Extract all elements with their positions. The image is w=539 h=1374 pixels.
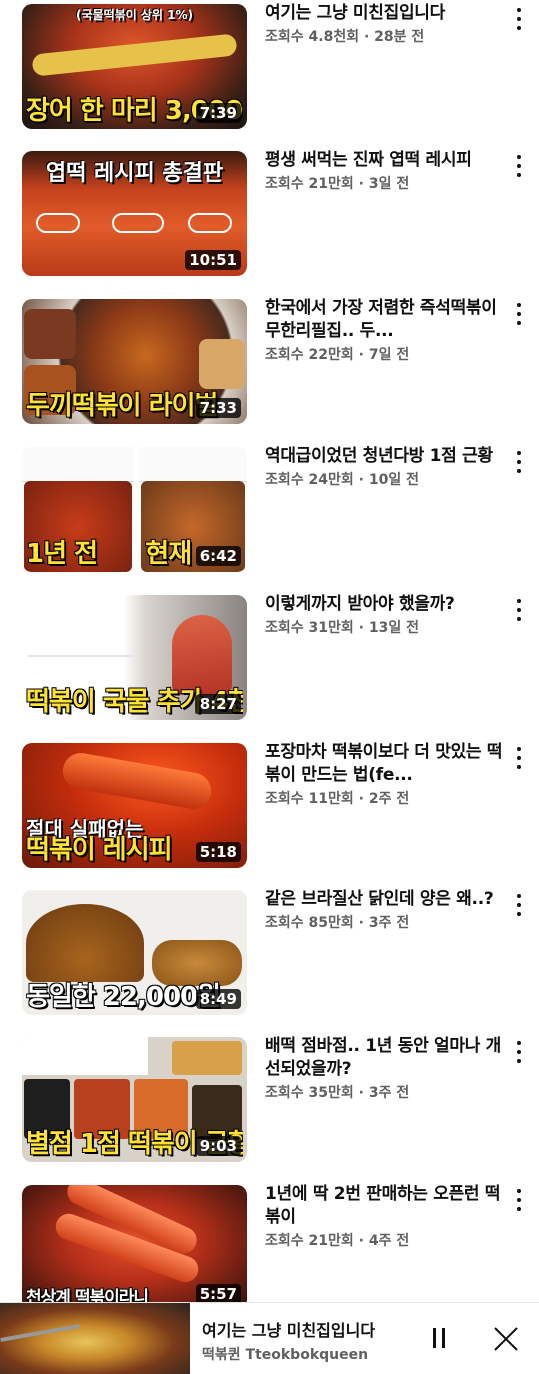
view-count: 조회수 35만회 <box>265 1085 354 1101</box>
video-meta: 역대급이었던 청년다방 1점 근황 조회수 24만회 · 10일 전 <box>265 445 503 490</box>
video-thumbnail[interactable]: 동일한 22,000원 8:49 <box>22 890 247 1015</box>
upload-age: 7일 전 <box>368 347 410 363</box>
video-item[interactable]: 별점 1점 떡볶이 근황 9:03 배떡 점바점.. 1년 동안 얼마나 개선되… <box>0 1033 539 1163</box>
video-stats: 조회수 21만회 · 4주 전 <box>265 1233 410 1249</box>
more-options-icon[interactable] <box>512 155 526 177</box>
video-meta: 여기는 그냥 미친집입니다 조회수 4.8천회 · 28분 전 <box>265 2 503 47</box>
video-thumbnail[interactable]: 두끼떡볶이 라이벌 7:33 <box>22 299 247 424</box>
video-meta: 1년에 딱 2번 판매하는 오픈런 떡볶이 조회수 21만회 · 4주 전 <box>265 1183 503 1251</box>
video-meta: 같은 브라질산 닭인데 양은 왜..? 조회수 85만회 · 3주 전 <box>265 888 503 933</box>
upload-age: 2주 전 <box>368 791 410 807</box>
more-options-icon[interactable] <box>512 1041 526 1063</box>
video-duration: 5:57 <box>195 1284 241 1304</box>
mini-player-channel[interactable]: 떡볶퀸 Tteokbokqueen <box>202 1344 368 1364</box>
video-duration: 10:51 <box>185 250 241 270</box>
video-thumbnail[interactable]: 별점 1점 떡볶이 근황 9:03 <box>22 1037 247 1162</box>
video-meta: 이렇게까지 받아야 했을까? 조회수 31만회 · 13일 전 <box>265 593 503 638</box>
close-icon[interactable] <box>492 1325 520 1353</box>
video-meta: 포장마차 떡볶이보다 더 맛있는 떡볶이 만드는 법(fe... 조회수 11만… <box>265 741 503 809</box>
video-title[interactable]: 1년에 딱 2번 판매하는 오픈런 떡볶이 <box>265 1183 503 1229</box>
video-title[interactable]: 한국에서 가장 저렴한 즉석떡볶이 무한리필집.. 두... <box>265 297 503 343</box>
video-thumbnail[interactable]: 1년 전 현재 6:42 <box>22 447 247 572</box>
video-thumbnail[interactable]: 천상계 떡볶이라니 5:57 <box>22 1185 247 1310</box>
video-item[interactable]: 동일한 22,000원 8:49 같은 브라질산 닭인데 양은 왜..? 조회수… <box>0 886 539 1016</box>
upload-age: 13일 전 <box>368 620 419 636</box>
view-count: 조회수 85만회 <box>265 915 354 931</box>
video-stats: 조회수 11만회 · 2주 전 <box>265 791 410 807</box>
video-meta: 배떡 점바점.. 1년 동안 얼마나 개선되었을까? 조회수 35만회 · 3주… <box>265 1035 503 1103</box>
video-item[interactable]: (국물떡볶이 상위 1%) 장어 한 마리 3,000원 7:39 여기는 그냥… <box>0 0 539 130</box>
video-title[interactable]: 같은 브라질산 닭인데 양은 왜..? <box>265 888 503 911</box>
video-item[interactable]: 절대 실패없는 떡볶이 레시피 5:18 포장마차 떡볶이보다 더 맛있는 떡볶… <box>0 739 539 869</box>
more-options-icon[interactable] <box>512 599 526 621</box>
video-stats: 조회수 22만회 · 7일 전 <box>265 347 410 363</box>
video-stats: 조회수 31만회 · 13일 전 <box>265 620 419 636</box>
more-options-icon[interactable] <box>512 894 526 916</box>
video-title[interactable]: 배떡 점바점.. 1년 동안 얼마나 개선되었을까? <box>265 1035 503 1081</box>
video-item[interactable]: 두끼떡볶이 라이벌 7:33 한국에서 가장 저렴한 즉석떡볶이 무한리필집..… <box>0 295 539 425</box>
thumbnail-top-text: (국물떡볶이 상위 1%) <box>76 8 193 22</box>
video-duration: 7:39 <box>195 103 241 123</box>
more-options-icon[interactable] <box>512 303 526 325</box>
video-thumbnail[interactable]: 떡볶이 국물 추가 4천원 8:27 <box>22 595 247 720</box>
video-stats: 조회수 4.8천회 · 28분 전 <box>265 29 425 45</box>
more-options-icon[interactable] <box>512 451 526 473</box>
video-item[interactable]: 엽떡 레시피 총결판 10:51 평생 써먹는 진짜 엽떡 레시피 조회수 21… <box>0 147 539 277</box>
view-count: 조회수 4.8천회 <box>265 29 360 45</box>
video-duration: 7:33 <box>195 398 241 418</box>
video-duration: 8:27 <box>195 694 241 714</box>
video-title[interactable]: 이렇게까지 받아야 했을까? <box>265 593 503 616</box>
view-count: 조회수 11만회 <box>265 791 354 807</box>
video-stats: 조회수 85만회 · 3주 전 <box>265 915 410 931</box>
video-stats: 조회수 21만회 · 3일 전 <box>265 176 410 192</box>
video-item[interactable]: 떡볶이 국물 추가 4천원 8:27 이렇게까지 받아야 했을까? 조회수 31… <box>0 591 539 721</box>
video-item[interactable]: 1년 전 현재 6:42 역대급이었던 청년다방 1점 근황 조회수 24만회 … <box>0 443 539 573</box>
more-options-icon[interactable] <box>512 1189 526 1211</box>
video-title[interactable]: 역대급이었던 청년다방 1점 근황 <box>265 445 503 468</box>
upload-age: 28분 전 <box>374 29 425 45</box>
video-duration: 6:42 <box>195 546 241 566</box>
video-title[interactable]: 평생 써먹는 진짜 엽떡 레시피 <box>265 149 503 172</box>
view-count: 조회수 21만회 <box>265 176 354 192</box>
more-options-icon[interactable] <box>512 747 526 769</box>
video-meta: 평생 써먹는 진짜 엽떡 레시피 조회수 21만회 · 3일 전 <box>265 149 503 194</box>
video-duration: 5:18 <box>195 842 241 862</box>
video-item[interactable]: 천상계 떡볶이라니 5:57 1년에 딱 2번 판매하는 오픈런 떡볶이 조회수… <box>0 1181 539 1311</box>
video-thumbnail[interactable]: 엽떡 레시피 총결판 10:51 <box>22 151 247 276</box>
thumbnail-top-text: 엽떡 레시피 총결판 <box>45 161 224 186</box>
video-stats: 조회수 24만회 · 10일 전 <box>265 472 419 488</box>
mini-player-thumbnail[interactable] <box>0 1303 190 1374</box>
mini-player[interactable]: 여기는 그냥 미친집입니다 떡볶퀸 Tteokbokqueen <box>0 1302 539 1374</box>
mini-player-title[interactable]: 여기는 그냥 미친집입니다 <box>202 1317 375 1341</box>
video-meta: 한국에서 가장 저렴한 즉석떡볶이 무한리필집.. 두... 조회수 22만회 … <box>265 297 503 365</box>
upload-age: 3주 전 <box>368 1085 410 1101</box>
pause-icon[interactable] <box>428 1323 450 1353</box>
video-duration: 9:03 <box>195 1136 241 1156</box>
upload-age: 4주 전 <box>368 1233 410 1249</box>
video-duration: 8:49 <box>195 989 241 1009</box>
view-count: 조회수 21만회 <box>265 1233 354 1249</box>
upload-age: 3주 전 <box>368 915 410 931</box>
view-count: 조회수 31만회 <box>265 620 354 636</box>
video-title[interactable]: 여기는 그냥 미친집입니다 <box>265 2 503 25</box>
video-thumbnail[interactable]: (국물떡볶이 상위 1%) 장어 한 마리 3,000원 7:39 <box>22 4 247 129</box>
video-stats: 조회수 35만회 · 3주 전 <box>265 1085 410 1101</box>
view-count: 조회수 24만회 <box>265 472 354 488</box>
upload-age: 10일 전 <box>368 472 419 488</box>
upload-age: 3일 전 <box>368 176 410 192</box>
more-options-icon[interactable] <box>512 8 526 30</box>
view-count: 조회수 22만회 <box>265 347 354 363</box>
video-thumbnail[interactable]: 절대 실패없는 떡볶이 레시피 5:18 <box>22 743 247 868</box>
video-title[interactable]: 포장마차 떡볶이보다 더 맛있는 떡볶이 만드는 법(fe... <box>265 741 503 787</box>
